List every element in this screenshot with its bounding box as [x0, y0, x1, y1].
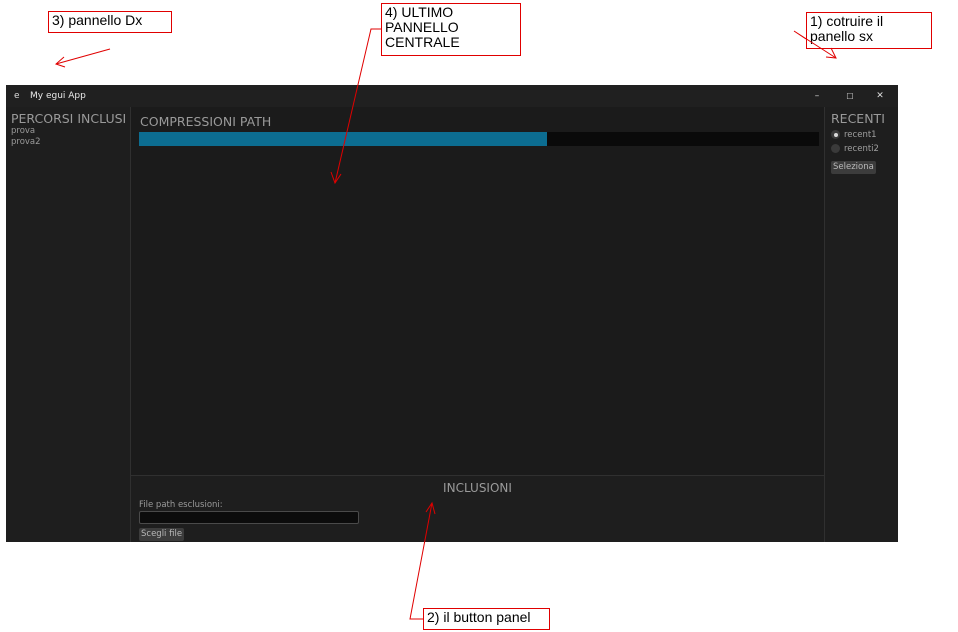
annotation-left-panel: 1) cotruire il panello sx — [806, 12, 932, 49]
progress-bar-fill — [139, 132, 547, 146]
progress-bar — [139, 132, 819, 146]
right-panel: RECENTI recent1 recenti2 Seleziona — [824, 107, 898, 542]
app-window: e My egui App – ☐ ✕ PERCORSI INCLUSI pro… — [6, 85, 898, 542]
radio-option-recenti2[interactable]: recenti2 — [831, 143, 898, 154]
window-title: My egui App — [30, 91, 86, 101]
annotation-bottom-panel: 2) il button panel — [423, 608, 550, 630]
arrow-right-panel-head — [55, 56, 66, 68]
maximize-button[interactable]: ☐ — [835, 85, 865, 107]
left-panel: PERCORSI INCLUSI prova prova2 — [6, 107, 131, 542]
central-panel: COMPRESSIONI PATH — [131, 107, 824, 475]
app-icon: e — [14, 91, 20, 101]
exclusion-path-input[interactable] — [139, 511, 359, 524]
select-button[interactable]: Seleziona — [831, 161, 876, 174]
annotation-right-panel: 3) pannello Dx — [48, 11, 172, 33]
minimize-icon: – — [814, 91, 820, 101]
maximize-icon: ☐ — [846, 91, 854, 101]
radio-option-recent1[interactable]: recent1 — [831, 129, 898, 140]
arrow-left-panel-head — [825, 47, 837, 59]
list-item[interactable]: prova — [11, 126, 130, 137]
close-button[interactable]: ✕ — [865, 85, 895, 107]
close-icon: ✕ — [876, 91, 884, 101]
radio-label: recent1 — [844, 129, 877, 140]
choose-file-button[interactable]: Scegli file — [139, 528, 185, 541]
annotation-central-panel: 4) ULTIMO PANNELLO CENTRALE — [381, 3, 521, 56]
radio-selected-icon[interactable] — [831, 130, 840, 139]
radio-unselected-icon[interactable] — [831, 144, 840, 153]
title-bar[interactable]: e My egui App – ☐ ✕ — [6, 85, 898, 107]
right-panel-heading: RECENTI — [831, 111, 885, 126]
left-panel-heading: PERCORSI INCLUSI — [11, 111, 127, 126]
list-item[interactable]: prova2 — [11, 137, 130, 148]
bottom-panel-heading: INCLUSIONI — [443, 481, 512, 495]
radio-label: recenti2 — [844, 143, 879, 154]
central-panel-heading: COMPRESSIONI PATH — [140, 114, 272, 129]
bottom-panel: INCLUSIONI File path esclusioni: Scegli … — [131, 475, 824, 542]
minimize-button[interactable]: – — [802, 85, 832, 107]
arrow-right-panel — [55, 48, 111, 65]
exclusion-path-label: File path esclusioni: — [139, 500, 223, 510]
